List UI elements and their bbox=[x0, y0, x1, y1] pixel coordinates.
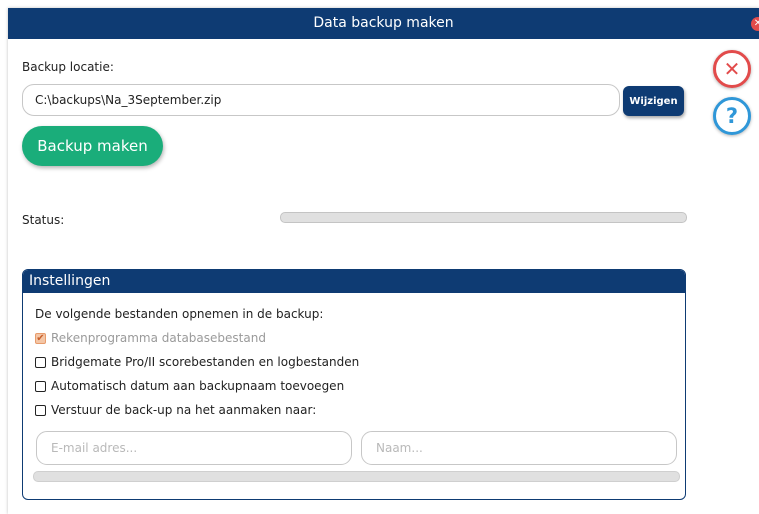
option-database-file: ✔ Rekenprogramma databasebestand bbox=[35, 331, 266, 345]
settings-panel-title: Instellingen bbox=[23, 270, 685, 293]
status-progress-bar bbox=[280, 212, 687, 223]
make-backup-button[interactable]: Backup maken bbox=[22, 126, 163, 166]
option-auto-date[interactable]: Automatisch datum aan backupnaam toevoeg… bbox=[35, 379, 344, 393]
checkbox-auto-date[interactable] bbox=[35, 380, 46, 392]
backup-location-label: Backup locatie: bbox=[22, 60, 114, 74]
option-bridgemate-files-label: Bridgemate Pro/II scorebestanden en logb… bbox=[51, 355, 360, 369]
checkbox-send-after[interactable] bbox=[35, 404, 46, 416]
option-send-after[interactable]: Verstuur de back-up na het aanmaken naar… bbox=[35, 403, 316, 417]
status-label: Status: bbox=[22, 213, 65, 227]
help-icon[interactable]: ? bbox=[713, 97, 751, 135]
name-field[interactable] bbox=[361, 431, 677, 465]
titlebar-close-icon[interactable]: ✕ bbox=[751, 17, 759, 31]
backup-path-input[interactable] bbox=[22, 84, 620, 116]
panel-scrollbar[interactable] bbox=[33, 471, 680, 482]
dialog-titlebar: Data backup maken ✕ bbox=[8, 8, 759, 39]
option-send-after-label: Verstuur de back-up na het aanmaken naar… bbox=[51, 403, 317, 417]
settings-panel: Instellingen De volgende bestanden opnem… bbox=[22, 269, 686, 500]
settings-intro: De volgende bestanden opnemen in de back… bbox=[35, 307, 324, 321]
checkbox-database-file: ✔ bbox=[35, 332, 46, 344]
dialog-title: Data backup maken bbox=[313, 15, 454, 31]
close-icon[interactable]: ✕ bbox=[713, 50, 751, 88]
backup-dialog: Data backup maken ✕ Backup locatie: Wijz… bbox=[8, 8, 759, 514]
option-database-file-label: Rekenprogramma databasebestand bbox=[51, 331, 266, 345]
checkbox-bridgemate-files[interactable] bbox=[35, 356, 46, 368]
option-bridgemate-files[interactable]: Bridgemate Pro/II scorebestanden en logb… bbox=[35, 355, 359, 369]
change-location-button[interactable]: Wijzigen bbox=[623, 86, 684, 116]
option-auto-date-label: Automatisch datum aan backupnaam toevoeg… bbox=[51, 379, 345, 393]
email-field[interactable] bbox=[36, 431, 352, 465]
